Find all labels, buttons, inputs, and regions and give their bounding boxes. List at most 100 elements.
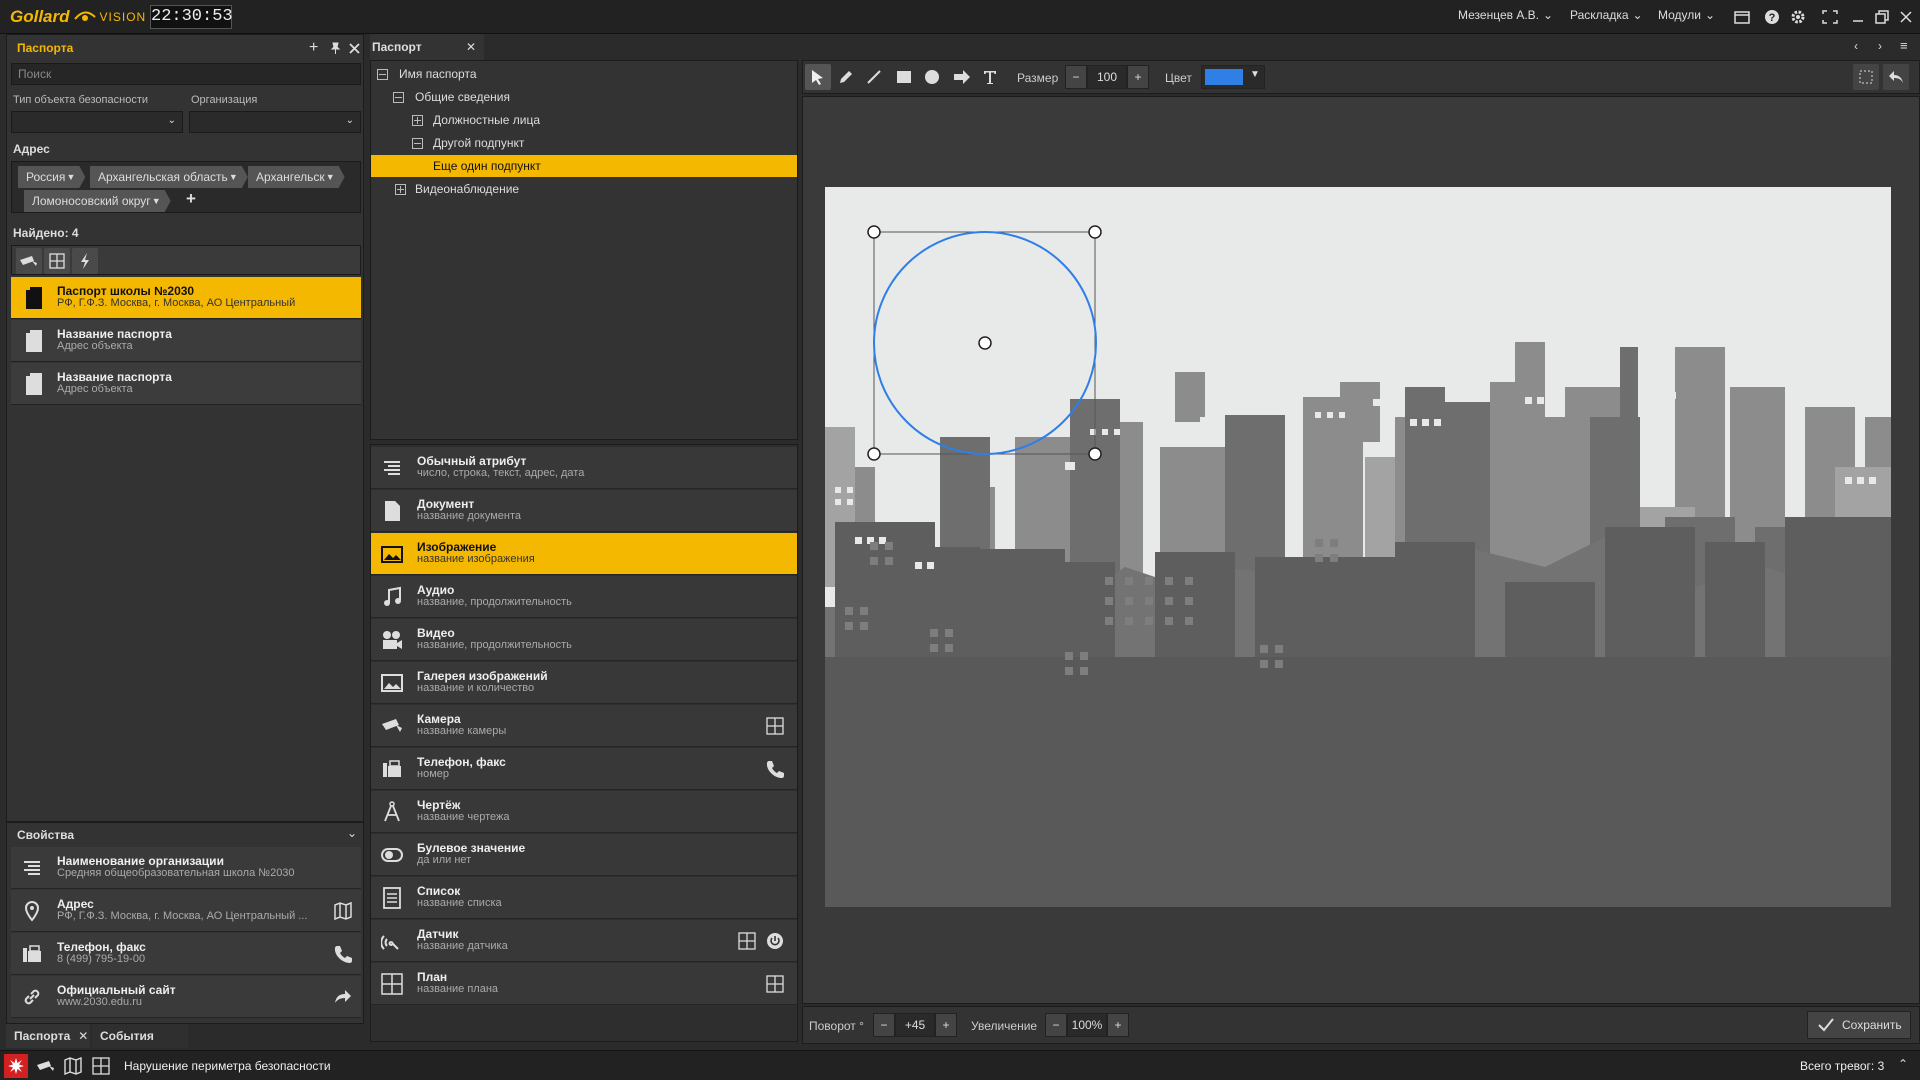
map-icon[interactable] [333,901,353,921]
tree-node[interactable]: Видеонаблюдение [371,178,797,200]
attribute-item[interactable]: Видео название, продолжительность [371,619,797,661]
property-row[interactable]: Телефон, факс 8 (499) 795-19-00 [11,933,361,975]
tree-node-selected[interactable]: Еще один подпункт [371,155,797,177]
chevron-up-icon[interactable]: ⌃ [1898,1057,1908,1071]
zoom-input[interactable]: 100% [1067,1013,1107,1037]
tree-node[interactable]: Имя паспорта [371,63,797,85]
tab-passports[interactable]: Паспорта ✕ [6,1024,90,1048]
size-increase-button[interactable]: + [1127,65,1149,89]
camera-status-icon[interactable] [36,1058,56,1077]
plan-icon[interactable] [737,931,757,951]
address-chip[interactable]: Россия ▼ [18,166,85,188]
tree-node[interactable]: Общие сведения [371,86,797,108]
save-button[interactable]: Сохранить [1807,1011,1911,1039]
user-menu[interactable]: Мезенцев А.В. ⌄ [1458,8,1553,22]
address-chip[interactable]: Ломоносовский округ ▼ [24,190,171,212]
tab-passport[interactable]: Паспорт ✕ [370,34,484,60]
list-item[interactable]: Название паспорта Адрес объекта [11,320,361,362]
plan-status-icon[interactable] [92,1057,110,1078]
share-icon[interactable] [333,987,353,1007]
help-icon[interactable]: ? [1762,7,1782,27]
menu-icon[interactable]: ≡ [1900,38,1908,53]
search-input[interactable]: Поиск [11,63,361,85]
sensor-filter-button[interactable] [72,248,98,274]
map-status-icon[interactable] [64,1056,82,1078]
list-item[interactable]: Название паспорта Адрес объекта [11,363,361,405]
close-icon[interactable] [349,43,360,54]
city-image[interactable] [825,187,1891,907]
collapse-icon[interactable] [377,69,388,80]
color-picker[interactable]: ▼ [1201,65,1265,89]
property-row[interactable]: Адрес РФ, Г.Ф.З. Москва, г. Москва, АО Ц… [11,890,361,932]
power-icon[interactable] [765,931,785,951]
collapse-icon[interactable] [393,92,404,103]
layout-menu[interactable]: Раскладка ⌄ [1570,8,1643,22]
property-row[interactable]: Официальный сайт www.2030.edu.ru [11,976,361,1018]
attribute-item[interactable]: Датчик название датчика [371,920,797,962]
tab-events[interactable]: События [92,1024,188,1048]
camera-filter-button[interactable] [16,248,42,274]
ellipse-tool[interactable] [919,64,945,90]
pin-icon[interactable] [329,42,341,54]
chevron-left-icon[interactable]: ‹ [1854,39,1858,53]
attribute-item[interactable]: Булевое значение да или нет [371,834,797,876]
address-chip[interactable]: Архангельская область ▼ [90,166,248,188]
attribute-item-selected[interactable]: Изображение название изображения [371,533,797,575]
pencil-tool[interactable] [833,64,859,90]
text-tool[interactable] [977,64,1003,90]
undo-button[interactable] [1883,64,1909,90]
list-item[interactable]: Паспорт школы №2030 РФ, Г.Ф.З. Москва, г… [11,277,361,319]
new-window-icon[interactable] [1732,7,1752,27]
attribute-item[interactable]: Документ название документа [371,490,797,532]
rectangle-tool[interactable] [891,64,917,90]
fullscreen-icon[interactable] [1820,7,1840,27]
phone-icon[interactable] [333,944,353,964]
attribute-item[interactable]: Телефон, факс номер [371,748,797,790]
attribute-item[interactable]: Чертёж название чертежа [371,791,797,833]
size-input[interactable]: 100 [1087,65,1127,89]
arrow-tool[interactable] [949,64,975,90]
expand-icon[interactable] [412,115,423,126]
modules-menu[interactable]: Модули ⌄ [1658,8,1715,22]
sensor-icon [381,935,399,950]
attribute-item[interactable]: Обычный атрибут число, строка, текст, адр… [371,447,797,489]
rotation-decrease-button[interactable]: − [873,1013,895,1037]
attribute-item[interactable]: Список название списка [371,877,797,919]
gear-icon[interactable] [1788,7,1808,27]
address-chip[interactable]: Архангельск ▼ [248,166,345,188]
select-tool[interactable] [805,64,831,90]
rotation-input[interactable]: +45 [895,1013,935,1037]
zoom-in-button[interactable]: + [1107,1013,1129,1037]
attribute-item[interactable]: План название плана [371,963,797,1005]
tree-node[interactable]: Другой подпункт [371,132,797,154]
collapse-icon[interactable] [412,138,423,149]
plan-icon[interactable] [765,716,785,736]
close-window-icon[interactable] [1896,7,1916,27]
size-decrease-button[interactable]: − [1065,65,1087,89]
maximize-icon[interactable] [1872,7,1892,27]
chevron-down-icon[interactable]: ⌄ [347,826,357,840]
chevron-right-icon[interactable]: › [1878,39,1882,53]
rotation-increase-button[interactable]: + [935,1013,957,1037]
add-icon[interactable]: + [309,39,318,57]
tree-node[interactable]: Должностные лица [371,109,797,131]
phone-icon[interactable] [765,759,785,779]
filter-org-select[interactable]: ⌄ [189,111,361,133]
close-icon[interactable]: ✕ [466,34,476,60]
attribute-item[interactable]: Аудио название, продолжительность [371,576,797,618]
line-tool[interactable] [861,64,887,90]
minimize-icon[interactable] [1848,7,1868,27]
zoom-out-button[interactable]: − [1045,1013,1067,1037]
plan-icon[interactable] [765,974,785,994]
expand-icon[interactable] [395,184,406,195]
attribute-item[interactable]: Камера название камеры [371,705,797,747]
attribute-item[interactable]: Галерея изображений название и количество [371,662,797,704]
filter-type-select[interactable]: ⌄ [11,111,183,133]
plan-filter-button[interactable] [44,248,70,274]
close-icon[interactable]: ✕ [78,1029,88,1043]
crop-select-button[interactable] [1853,64,1879,90]
add-address-icon[interactable]: + [186,189,196,209]
alarm-message[interactable]: Нарушение периметра безопасности [124,1059,331,1073]
alarm-button[interactable] [4,1054,28,1078]
property-row[interactable]: Наименование организации Средняя общеобр… [11,847,361,889]
